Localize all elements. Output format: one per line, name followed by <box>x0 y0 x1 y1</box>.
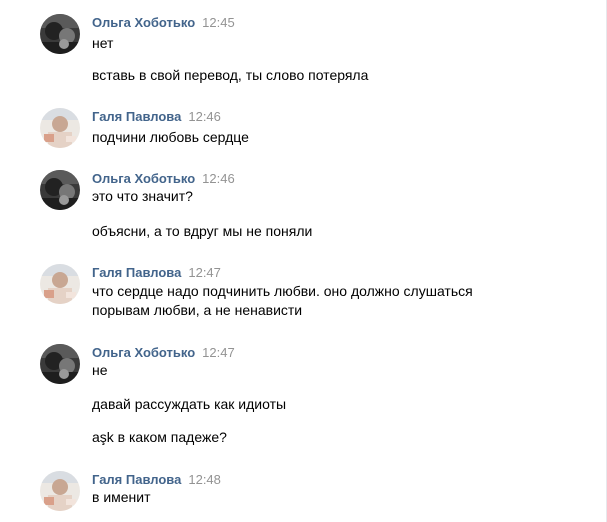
message-time[interactable]: 12:47 <box>202 345 235 360</box>
message-time[interactable]: 12:48 <box>188 472 221 487</box>
message-header: Ольга Хоботько 12:45 <box>92 14 235 32</box>
message-time[interactable]: 12:47 <box>188 265 221 280</box>
avatar[interactable] <box>40 170 80 210</box>
avatar[interactable] <box>40 264 80 304</box>
message-text: не <box>92 362 108 378</box>
avatar-olga-image <box>40 170 80 210</box>
message-text: aşk в каком падеже? <box>92 429 227 445</box>
message-time[interactable]: 12:45 <box>202 15 235 30</box>
message-header: Галя Павлова 12:48 <box>92 471 221 489</box>
avatar-olga-image <box>40 344 80 384</box>
message-text: в именит <box>92 489 151 505</box>
message-text: давай рассуждать как идиоты <box>92 396 287 412</box>
message-time[interactable]: 12:46 <box>202 171 235 186</box>
avatar-galya-image <box>40 264 80 304</box>
message-text: вставь в свой перевод, ты слово потеряла <box>92 67 369 83</box>
message-text: что сердце надо подчинить любви. оно дол… <box>92 283 473 299</box>
author-name[interactable]: Ольга Хоботько <box>92 345 195 360</box>
avatar-olga-image <box>40 14 80 54</box>
message-time[interactable]: 12:46 <box>188 109 221 124</box>
avatar-galya-image <box>40 108 80 148</box>
message-text: порывам любви, а не ненависти <box>92 302 303 318</box>
message-header: Галя Павлова 12:46 <box>92 108 221 126</box>
author-name[interactable]: Галя Павлова <box>92 109 181 124</box>
message-header: Галя Павлова 12:47 <box>92 264 221 282</box>
message-header: Ольга Хоботько 12:47 <box>92 344 235 362</box>
author-name[interactable]: Ольга Хоботько <box>92 15 195 30</box>
message-text: подчини любовь сердце <box>92 129 249 145</box>
avatar[interactable] <box>40 108 80 148</box>
avatar[interactable] <box>40 344 80 384</box>
avatar[interactable] <box>40 471 80 511</box>
chat-history: Ольга Хоботько 12:45 нет вставь в свой пе… <box>0 0 607 522</box>
message-header: Ольга Хоботько 12:46 <box>92 170 235 188</box>
avatar[interactable] <box>40 14 80 54</box>
message-text: объясни, а то вдруг мы не поняли <box>92 223 313 239</box>
message-text: это что значит? <box>92 188 193 204</box>
message-text: нет <box>92 35 114 51</box>
avatar-galya-image <box>40 471 80 511</box>
author-name[interactable]: Галя Павлова <box>92 472 181 487</box>
author-name[interactable]: Галя Павлова <box>92 265 181 280</box>
author-name[interactable]: Ольга Хоботько <box>92 171 195 186</box>
